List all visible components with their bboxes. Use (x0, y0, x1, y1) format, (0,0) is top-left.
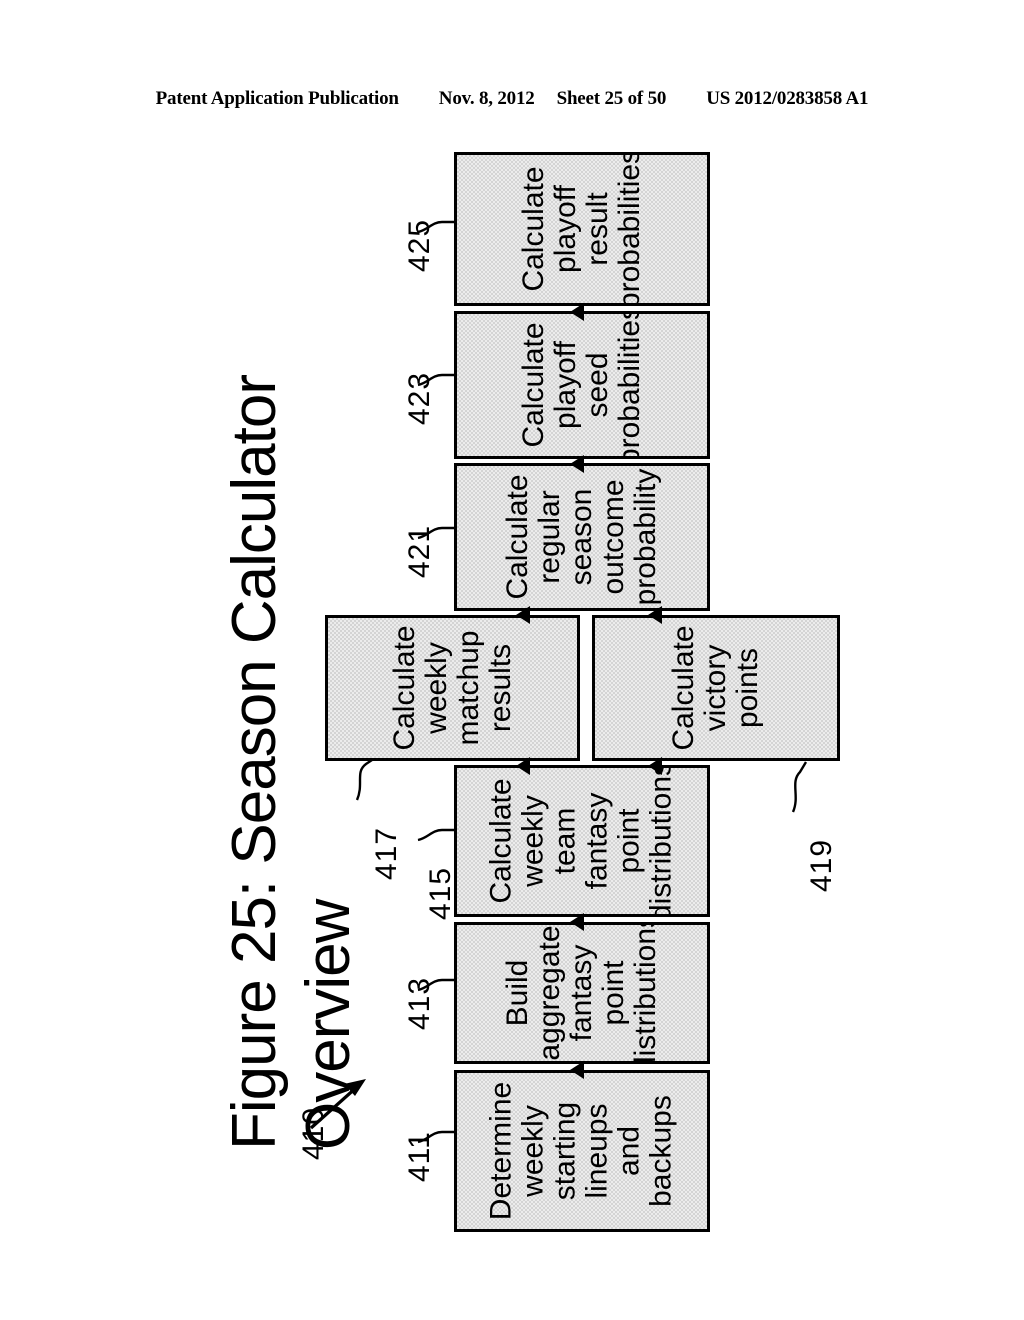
process-box-413-label: Build aggregate fantasy point distributions (500, 922, 663, 1064)
connector-arrow-415-to-419 (648, 757, 662, 775)
connector-arrow-421-to-423 (570, 455, 584, 473)
process-box-417-label: Calculate weekly matchup results (387, 625, 517, 751)
process-box-419: Calculate victory points (592, 615, 840, 761)
ref-numeral-423: 423 (403, 371, 436, 425)
process-box-423-label: Calculate playoff seed probabilities (516, 311, 647, 459)
figure-title-line-1: Figure 25: Season Calculator (220, 374, 289, 1150)
connector-arrow-417-to-421 (516, 606, 530, 624)
process-box-421: Calculate regular season outcome probability (454, 463, 710, 611)
header-publication: Patent Application Publication (155, 88, 399, 109)
process-box-417: Calculate weekly matchup results (325, 615, 580, 761)
process-box-425: Calculate playoff result probabilities (454, 152, 710, 306)
header-sheet: Sheet 25 of 50 (556, 88, 667, 109)
header-date: Nov. 8, 2012 (438, 88, 535, 109)
ref-numeral-417: 417 (370, 826, 403, 880)
process-box-415-label: Calculate weekly team fantasy point distribut… (484, 765, 679, 917)
ref-numeral-425: 425 (403, 218, 436, 272)
connector-arrow-411-to-413 (570, 1061, 584, 1079)
patent-header: Patent Application Publication Nov. 8, 2… (0, 88, 1024, 110)
process-box-415: Calculate weekly team fantasy point distribut… (454, 765, 710, 917)
ref-numeral-419: 419 (805, 838, 838, 892)
connector-arrow-423-to-425 (570, 303, 584, 321)
diagram-label-410: 410 (297, 1106, 330, 1160)
header-patent-number: US 2012/0283858 A1 (706, 88, 869, 109)
process-box-423: Calculate playoff seed probabilities (454, 311, 710, 459)
ref-numeral-413: 413 (403, 976, 436, 1030)
process-box-411-label: Determine weekly starting lineups and backups (484, 1081, 679, 1221)
figure-title: Figure 25: Season Calculator Overview (150, 270, 363, 1170)
leader-line-415 (417, 828, 454, 842)
ref-numeral-411: 411 (403, 1131, 436, 1182)
ref-numeral-421: 421 (403, 524, 436, 578)
leader-line-417 (355, 759, 373, 801)
ref-numeral-415: 415 (424, 866, 457, 920)
connector-arrow-413-to-415 (570, 913, 584, 931)
connector-arrow-415-to-417 (516, 757, 530, 775)
leader-line-419 (791, 761, 808, 813)
process-box-425-label: Calculate playoff result probabilities (516, 152, 647, 306)
connector-arrow-419-to-421 (648, 606, 662, 624)
process-box-411: Determine weekly starting lineups and backups (454, 1070, 710, 1232)
process-box-413: Build aggregate fantasy point distributions (454, 922, 710, 1064)
process-box-419-label: Calculate victory points (666, 625, 765, 751)
process-box-421-label: Calculate regular season outcome probability (500, 468, 663, 606)
patent-figure-page: Patent Application Publication Nov. 8, 2… (0, 0, 1024, 1320)
